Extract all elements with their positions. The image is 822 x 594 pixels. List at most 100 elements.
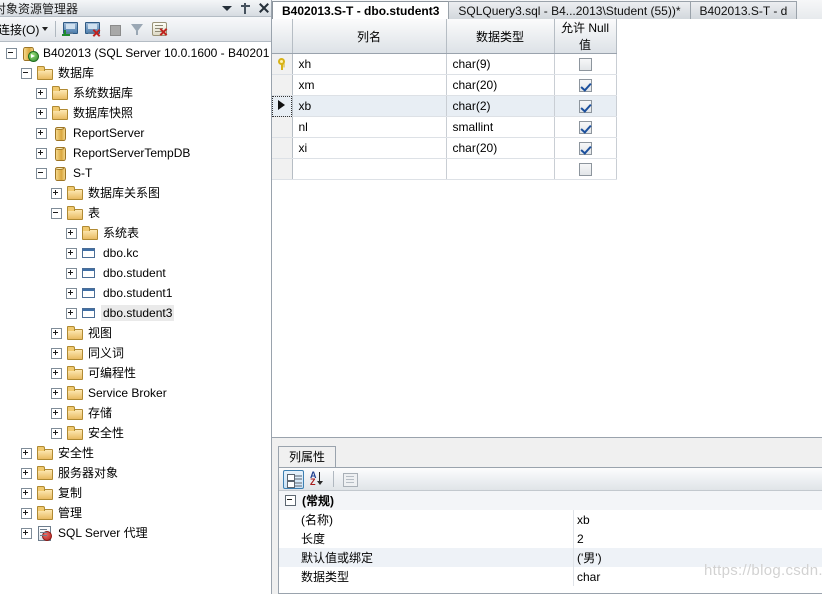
data-type-cell[interactable]: char(20) xyxy=(446,137,555,159)
tree-node[interactable]: 数据库关系图 xyxy=(0,183,271,203)
alphabetical-sort-icon[interactable]: AZ xyxy=(307,470,328,489)
allow-nulls-cell[interactable] xyxy=(554,53,617,75)
tree-node[interactable]: 数据库快照 xyxy=(0,103,271,123)
connect-button[interactable]: 连接(O) xyxy=(0,20,50,39)
column-name-cell[interactable]: xi xyxy=(292,137,447,159)
expand-icon[interactable] xyxy=(21,467,32,479)
column-name-cell[interactable] xyxy=(292,158,447,180)
row-selector-cell[interactable] xyxy=(272,116,293,138)
allow-nulls-cell[interactable] xyxy=(554,74,617,96)
expand-icon[interactable] xyxy=(51,387,62,399)
table-row[interactable]: nl smallint xyxy=(272,116,617,138)
property-row[interactable]: 数据类型 char xyxy=(279,567,822,586)
row-selector-cell[interactable] xyxy=(272,137,293,159)
expand-icon[interactable] xyxy=(36,87,47,99)
table-row[interactable] xyxy=(272,158,617,180)
collapse-icon[interactable] xyxy=(6,47,17,59)
expand-icon[interactable] xyxy=(21,507,32,519)
grid-header-column-name[interactable]: 列名 xyxy=(292,19,447,54)
allow-nulls-checkbox[interactable] xyxy=(578,142,592,156)
categorized-sort-icon[interactable] xyxy=(283,469,304,489)
tree-node[interactable]: 管理 xyxy=(0,503,271,523)
allow-nulls-checkbox[interactable] xyxy=(578,100,592,114)
property-row[interactable]: (名称) xb xyxy=(279,510,822,529)
expand-icon[interactable] xyxy=(36,107,47,119)
expand-icon[interactable] xyxy=(66,267,77,279)
collapse-icon[interactable] xyxy=(21,67,32,79)
tree-node[interactable]: 服务器对象 xyxy=(0,463,271,483)
tree-node[interactable]: dbo.student xyxy=(0,263,271,283)
document-tab[interactable]: SQLQuery3.sql - B4...2013\Student (55))* xyxy=(448,1,691,19)
row-selector-cell[interactable] xyxy=(272,74,293,96)
expand-icon[interactable] xyxy=(51,347,62,359)
allow-nulls-checkbox[interactable] xyxy=(578,121,592,135)
row-selector-cell[interactable] xyxy=(272,95,293,117)
tree-node[interactable]: 数据库 xyxy=(0,63,271,83)
window-dropdown-icon[interactable] xyxy=(222,2,233,14)
allow-nulls-checkbox[interactable] xyxy=(578,58,592,72)
tree-node[interactable]: 表 xyxy=(0,203,271,223)
property-category-general[interactable]: (常规) xyxy=(279,491,822,510)
expand-icon[interactable] xyxy=(66,287,77,299)
table-row[interactable]: xi char(20) xyxy=(272,137,617,159)
property-list[interactable]: (常规) (名称) xb 长度 2 默认值或绑定 ('男') 数据类型 char xyxy=(279,491,822,593)
allow-nulls-checkbox[interactable] xyxy=(578,79,592,93)
column-name-cell[interactable]: xm xyxy=(292,74,447,96)
tree-node[interactable]: Service Broker xyxy=(0,383,271,403)
close-icon[interactable] xyxy=(258,2,269,14)
column-name-cell[interactable]: xb xyxy=(292,95,447,117)
expand-icon[interactable] xyxy=(51,427,62,439)
allow-nulls-cell[interactable] xyxy=(554,95,617,117)
allow-nulls-checkbox[interactable] xyxy=(578,163,592,177)
expand-icon[interactable] xyxy=(66,247,77,259)
stop-icon[interactable] xyxy=(105,19,125,39)
expand-icon[interactable] xyxy=(66,307,77,319)
refresh-icon[interactable] xyxy=(149,19,169,39)
expand-icon[interactable] xyxy=(21,487,32,499)
property-row[interactable]: 长度 2 xyxy=(279,529,822,548)
tree-node[interactable]: 系统表 xyxy=(0,223,271,243)
tree-node[interactable]: B402013 (SQL Server 10.0.1600 - B40201 xyxy=(0,43,271,63)
row-selector-cell[interactable] xyxy=(272,53,293,75)
tree-node[interactable]: S-T xyxy=(0,163,271,183)
collapse-icon[interactable] xyxy=(285,495,296,506)
object-explorer-tree[interactable]: B402013 (SQL Server 10.0.1600 - B40201 数据… xyxy=(0,41,271,594)
expand-icon[interactable] xyxy=(51,367,62,379)
allow-nulls-cell[interactable] xyxy=(554,137,617,159)
document-tab[interactable]: B402013.S-T - dbo.student3 xyxy=(272,1,450,19)
property-value[interactable]: ('男') xyxy=(573,549,822,566)
data-type-cell[interactable]: char(2) xyxy=(446,95,555,117)
tree-node[interactable]: SQL Server 代理 xyxy=(0,523,271,543)
row-selector-cell[interactable] xyxy=(272,158,293,180)
tree-node[interactable]: 安全性 xyxy=(0,443,271,463)
tree-node[interactable]: 视图 xyxy=(0,323,271,343)
expand-icon[interactable] xyxy=(66,227,77,239)
table-row[interactable]: xm char(20) xyxy=(272,74,617,96)
data-type-cell[interactable]: char(9) xyxy=(446,53,555,75)
collapse-icon[interactable] xyxy=(36,167,47,179)
column-grid[interactable]: 列名 数据类型 允许 Null 值 xh char(9) xm char(20) xb c… xyxy=(272,19,617,180)
table-row[interactable]: xh char(9) xyxy=(272,53,617,75)
property-value[interactable]: 2 xyxy=(573,532,822,546)
expand-icon[interactable] xyxy=(51,187,62,199)
expand-icon[interactable] xyxy=(21,527,32,539)
document-tab[interactable]: B402013.S-T - d xyxy=(689,1,798,19)
property-value[interactable]: xb xyxy=(573,513,822,527)
tree-node[interactable]: dbo.kc xyxy=(0,243,271,263)
tree-node[interactable]: 安全性 xyxy=(0,423,271,443)
allow-nulls-cell[interactable] xyxy=(554,158,617,180)
expand-icon[interactable] xyxy=(36,147,47,159)
tree-node[interactable]: ReportServer xyxy=(0,123,271,143)
document-tab-strip[interactable]: B402013.S-T - dbo.student3 SQLQuery3.sql … xyxy=(272,0,822,20)
column-name-cell[interactable]: nl xyxy=(292,116,447,138)
tree-node[interactable]: 复制 xyxy=(0,483,271,503)
allow-nulls-cell[interactable] xyxy=(554,116,617,138)
collapse-icon[interactable] xyxy=(51,207,62,219)
tree-node[interactable]: 同义词 xyxy=(0,343,271,363)
property-value[interactable]: char xyxy=(573,570,822,584)
expand-icon[interactable] xyxy=(21,447,32,459)
filter-icon[interactable] xyxy=(127,19,147,39)
tree-node[interactable]: 存储 xyxy=(0,403,271,423)
tree-node[interactable]: 可编程性 xyxy=(0,363,271,383)
expand-icon[interactable] xyxy=(51,327,62,339)
